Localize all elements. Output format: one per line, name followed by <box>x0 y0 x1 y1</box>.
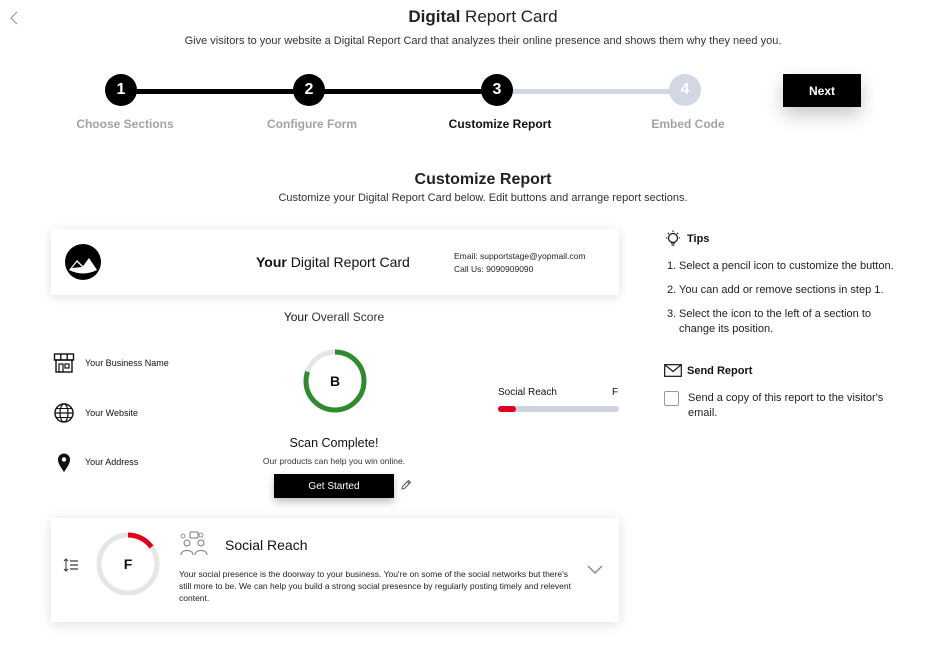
metric-social-reach-track <box>498 406 619 412</box>
chevron-down-icon[interactable] <box>586 563 604 575</box>
tip-item: 3. Select the icon to the left of a secti… <box>667 307 907 337</box>
contact-phone: Call Us: 9090909090 <box>454 264 534 274</box>
overall-score-heading: Your Overall Score <box>234 310 434 324</box>
metric-social-reach-fill <box>498 406 517 412</box>
report-title[interactable]: Your Digital Report Card <box>256 254 410 270</box>
step-2-label[interactable]: Configure Form <box>232 117 392 131</box>
scan-complete-title: Scan Complete! <box>289 436 379 450</box>
metric-social-reach-grade: F <box>612 387 619 398</box>
tips-list: 1. Select a pencil icon to customize the … <box>667 259 907 346</box>
get-started-button[interactable]: Get Started <box>274 474 394 498</box>
globe-icon <box>54 403 74 423</box>
pencil-icon[interactable] <box>400 479 412 491</box>
mountain-logo-icon <box>65 244 101 280</box>
social-reach-title: Social Reach <box>225 537 308 553</box>
send-report-checkbox[interactable] <box>664 391 679 406</box>
page-title-bold: Digital <box>408 7 461 26</box>
address-row: Your Address <box>53 451 138 473</box>
send-report-heading: Send Report <box>664 364 752 377</box>
step-connector <box>497 89 685 94</box>
social-reach-description: Your social presence is the doorway to y… <box>179 569 571 603</box>
report-header-card: Your Digital Report Card Email: supports… <box>51 229 619 295</box>
step-4-circle[interactable]: 4 <box>669 74 701 106</box>
address-label: Your Address <box>85 457 139 467</box>
tip-text: Select a pencil icon to customize the bu… <box>679 260 894 272</box>
tip-item: 2. You can add or remove sections in step… <box>667 283 907 298</box>
business-name-row: Your Business Name <box>53 352 169 374</box>
step-1-circle[interactable]: 1 <box>105 74 137 106</box>
social-reach-grade-letter: F <box>124 556 133 572</box>
tip-text: You can add or remove sections in step 1… <box>679 284 884 296</box>
tip-number: 3. <box>667 308 677 320</box>
send-report-title: Send Report <box>687 364 753 377</box>
social-network-icon <box>180 531 208 556</box>
section-title: Customize Report <box>414 171 552 188</box>
tips-title: Tips <box>687 233 710 245</box>
overall-score-bold: Your <box>283 310 309 324</box>
website-label: Your Website <box>85 408 139 418</box>
scan-complete-subtitle: Our products can help you win online. <box>262 456 406 466</box>
website-row: Your Website <box>53 402 138 424</box>
send-report-label: Send a copy of this report to the visito… <box>688 392 884 419</box>
step-4-label[interactable]: Embed Code <box>608 117 768 131</box>
page-subtitle: Give visitors to your website a Digital … <box>184 35 782 47</box>
lightbulb-icon <box>666 230 680 246</box>
overall-grade-letter: B <box>330 373 340 389</box>
tip-item: 1. Select a pencil icon to customize the … <box>667 259 907 274</box>
metric-social-reach-label: Social Reach <box>498 387 557 398</box>
reorder-handle-icon[interactable] <box>63 557 79 573</box>
envelope-icon <box>664 364 682 377</box>
step-2-circle[interactable]: 2 <box>293 74 325 106</box>
social-reach-section-card[interactable]: F Social Reach Your social presence is t… <box>51 518 619 622</box>
step-3-circle[interactable]: 3 <box>481 74 513 106</box>
tip-number: 2. <box>667 284 677 296</box>
social-reach-grade-ring: F <box>96 532 160 596</box>
overall-grade-ring: B <box>303 349 367 413</box>
tip-text: Select the icon to the left of a section… <box>679 308 872 335</box>
page-title-rest: Report Card <box>460 7 558 26</box>
step-1-label[interactable]: Choose Sections <box>45 117 205 131</box>
contact-email: Email: supportstage@yopmail.com <box>454 251 586 261</box>
location-pin-icon <box>58 453 70 472</box>
storefront-icon <box>53 353 75 373</box>
section-subtitle: Customize your Digital Report Card below… <box>278 192 688 204</box>
contact-info: Email: supportstage@yopmail.com Call Us:… <box>454 250 585 276</box>
tips-heading: Tips <box>664 230 709 248</box>
next-button[interactable]: Next <box>783 74 861 107</box>
business-name-label: Your Business Name <box>85 358 169 368</box>
tip-number: 1. <box>667 260 677 272</box>
step-3-label[interactable]: Customize Report <box>420 117 580 131</box>
report-title-rest: Digital Report Card <box>286 254 410 270</box>
page-title: Digital Report Card <box>0 7 949 27</box>
report-title-bold: Your <box>256 254 287 270</box>
overall-score-rest: Overall Score <box>308 310 385 324</box>
